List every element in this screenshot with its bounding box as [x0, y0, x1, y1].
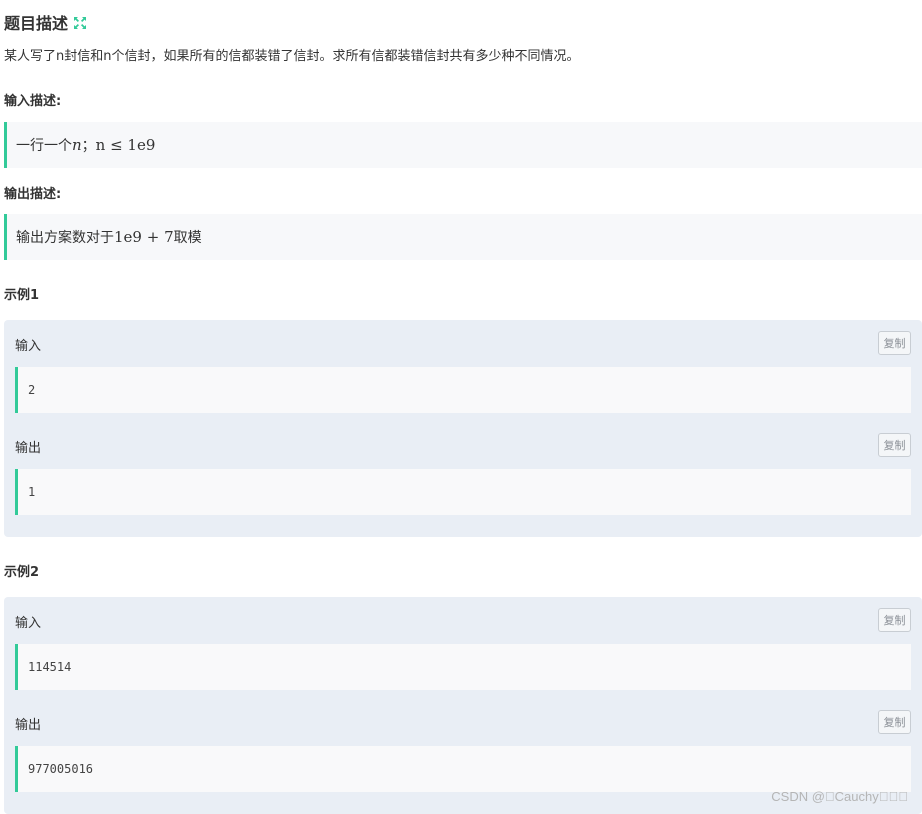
example-1-input-copy-button[interactable]: 复制 — [878, 331, 911, 355]
expand-icon[interactable] — [73, 15, 87, 29]
example-2-title: 示例2 — [4, 565, 40, 580]
problem-description: 某人写了n封信和n个信封，如果所有的信都装错了信封。求所有信都装错信封共有多少种… — [4, 49, 580, 64]
example-2-input-label: 输入 — [15, 616, 42, 631]
example-1-input-value: 2 — [15, 367, 911, 413]
output-description-suffix: 取模 — [173, 230, 202, 246]
example-1-output-value: 1 — [15, 469, 911, 515]
title-row: 题目描述 — [4, 10, 87, 34]
example-2-input-value: 114514 — [15, 644, 911, 690]
example-2-output-copy-button[interactable]: 复制 — [878, 710, 911, 734]
input-description-text: 一行一个 — [16, 138, 72, 154]
example-1-output-label: 输出 — [15, 441, 42, 456]
input-description-box: 一行一个 n ； n ≤ 1e9 — [4, 122, 922, 168]
input-description-separator: ； — [81, 138, 96, 154]
example-2-output-value: 977005016 — [15, 746, 911, 792]
example-2-output-label: 输出 — [15, 718, 42, 733]
input-description-heading: 输入描述: — [4, 94, 62, 109]
csdn-watermark: CSDN @ Cauchy    — [771, 789, 908, 804]
example-2-input-copy-button[interactable]: 复制 — [878, 608, 911, 632]
output-description-box: 输出方案数对于 1e9 + 7 取模 — [4, 214, 922, 260]
output-math-expr: 1e9 + 7 — [114, 228, 174, 246]
output-description-text: 输出方案数对于 — [16, 230, 114, 246]
example-1-input-label: 输入 — [15, 339, 42, 354]
example-1-output-copy-button[interactable]: 复制 — [878, 433, 911, 457]
output-description-heading: 输出描述: — [4, 187, 62, 202]
input-math-expr: n ≤ 1e9 — [95, 136, 156, 154]
example-2-box: 输入 复制 114514 输出 复制 977005016 — [4, 597, 922, 814]
example-1-box: 输入 复制 2 输出 复制 1 — [4, 320, 922, 537]
example-1-title: 示例1 — [4, 288, 40, 303]
page-title: 题目描述 — [4, 14, 69, 33]
input-math-var: n — [72, 136, 82, 154]
